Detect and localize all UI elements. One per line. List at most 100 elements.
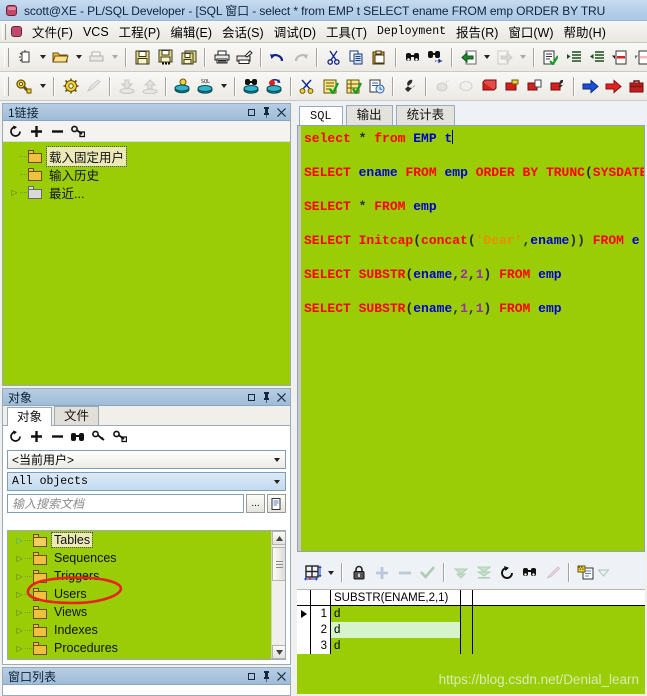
close-icon[interactable] xyxy=(276,391,287,403)
test-window-icon[interactable] xyxy=(240,75,263,98)
chevron-right-icon[interactable]: ▷ xyxy=(14,590,25,599)
find-icon[interactable] xyxy=(401,46,424,69)
grid-column-header[interactable]: SUBSTR(ENAME,2,1) xyxy=(331,590,461,605)
grid-cell[interactable]: d xyxy=(331,638,461,654)
sql-editor[interactable]: select * from EMP t SELECT ename FROM em… xyxy=(297,125,645,552)
find-object-dropdown-icon[interactable] xyxy=(36,75,49,98)
save-icon[interactable] xyxy=(131,46,154,69)
menu-report[interactable]: 报告(R) xyxy=(451,20,503,43)
find-next-icon[interactable] xyxy=(424,46,447,69)
undo-icon[interactable] xyxy=(266,46,289,69)
menu-window[interactable]: 窗口(W) xyxy=(503,20,558,43)
toolbar-grip-2[interactable] xyxy=(4,76,9,96)
explain-plan-icon[interactable] xyxy=(171,75,194,98)
print-dropdown-icon[interactable] xyxy=(108,46,121,69)
lock-icon[interactable] xyxy=(347,561,370,584)
sql-code[interactable]: select * from EMP t SELECT ename FROM em… xyxy=(304,130,644,317)
new-icon[interactable] xyxy=(13,46,36,69)
chevron-right-icon[interactable]: ▷ xyxy=(14,536,25,545)
table-row[interactable]: 1 d xyxy=(297,606,645,622)
scroll-up-icon[interactable] xyxy=(272,531,285,545)
key-user-icon[interactable] xyxy=(71,124,85,138)
next-dropdown-icon[interactable] xyxy=(516,46,529,69)
maximize-icon[interactable] xyxy=(246,670,257,682)
result-grid[interactable]: SUBSTR(ENAME,2,1) 1 d 2 d 3 d xyxy=(297,589,645,694)
chevron-down-icon[interactable] xyxy=(269,479,285,484)
delete-row-icon[interactable] xyxy=(393,561,416,584)
menu-file[interactable]: 文件(F) xyxy=(27,20,78,43)
table-row[interactable]: 2 d xyxy=(297,622,645,638)
check-grid-icon[interactable] xyxy=(342,75,365,98)
last-page-icon[interactable] xyxy=(472,561,495,584)
bookmark-clear-icon[interactable] xyxy=(631,46,647,69)
import-icon[interactable] xyxy=(115,75,138,98)
chevron-right-icon[interactable]: ▷ xyxy=(14,608,25,617)
book-yellow-icon[interactable] xyxy=(500,75,523,98)
outdent-icon[interactable] xyxy=(585,46,608,69)
paste-icon[interactable] xyxy=(368,46,391,69)
clear-icon[interactable] xyxy=(541,561,564,584)
session-icon[interactable] xyxy=(59,75,82,98)
compile-icon[interactable] xyxy=(296,75,319,98)
export-icon[interactable] xyxy=(138,75,161,98)
menu-help[interactable]: 帮助(H) xyxy=(559,20,611,43)
tree-node-procedures[interactable]: ▷ Procedures xyxy=(8,639,285,657)
chevron-right-icon[interactable]: ▷ xyxy=(14,626,25,635)
tree-node-sequences[interactable]: ▷ Sequences xyxy=(8,549,285,567)
menu-deployment[interactable]: Deployment xyxy=(372,23,451,40)
tree-node-users[interactable]: ▷ Users xyxy=(8,585,285,603)
step-blue-icon[interactable] xyxy=(579,75,602,98)
add-icon[interactable] xyxy=(29,124,43,138)
refresh-icon[interactable] xyxy=(495,561,518,584)
tree-node-indexes[interactable]: ▷ Indexes xyxy=(8,621,285,639)
report-icon[interactable] xyxy=(365,75,388,98)
save-all-icon[interactable] xyxy=(154,46,177,69)
grid-cell[interactable]: d xyxy=(331,606,461,622)
document-icon[interactable] xyxy=(267,494,286,513)
objects-tree[interactable]: ▷ Tables ▷ Sequences ▷ Triggers ▷ Users … xyxy=(7,530,286,660)
tab-objects[interactable]: 对象 xyxy=(7,407,53,426)
scrollbar-thumb[interactable] xyxy=(272,547,285,581)
connections-tree[interactable]: 载入固定用户 输入历史 ▷ 最近... xyxy=(3,142,290,385)
maximize-icon[interactable] xyxy=(246,106,257,118)
check-syntax-icon[interactable] xyxy=(539,46,562,69)
cut-icon[interactable] xyxy=(322,46,345,69)
toolbar-grip[interactable] xyxy=(4,47,9,67)
maximize-icon[interactable] xyxy=(246,391,257,403)
menu-session[interactable]: 会话(S) xyxy=(217,20,269,43)
filter-icon[interactable] xyxy=(92,430,106,444)
tree-node-input-history[interactable]: 输入历史 xyxy=(3,165,290,183)
toolbox-icon[interactable] xyxy=(625,75,647,98)
tree-node-triggers[interactable]: ▷ Triggers xyxy=(8,567,285,585)
close-icon[interactable] xyxy=(276,670,287,682)
indent-icon[interactable] xyxy=(562,46,585,69)
key-user-icon[interactable] xyxy=(113,430,127,444)
user-select[interactable]: <当前用户> xyxy=(7,450,286,469)
pencil-icon[interactable] xyxy=(82,75,105,98)
insert-row-icon[interactable] xyxy=(370,561,393,584)
scroll-down-icon[interactable] xyxy=(272,645,285,659)
chevron-right-icon[interactable]: ▷ xyxy=(9,188,20,197)
close-icon[interactable] xyxy=(276,106,287,118)
bean-new-icon[interactable] xyxy=(431,75,454,98)
find-icon[interactable] xyxy=(518,561,541,584)
menubar-grip[interactable] xyxy=(2,23,6,40)
tab-output[interactable]: 输出 xyxy=(345,105,393,125)
pin-icon[interactable] xyxy=(261,106,272,118)
chevron-right-icon[interactable]: ▷ xyxy=(14,554,25,563)
redo-icon[interactable] xyxy=(289,46,312,69)
open-folder-icon[interactable] xyxy=(49,46,72,69)
export-dropdown-icon[interactable] xyxy=(597,561,610,584)
pin-icon[interactable] xyxy=(261,670,272,682)
print-icon[interactable] xyxy=(210,46,233,69)
copy-icon[interactable] xyxy=(345,46,368,69)
bookmark-set-icon[interactable] xyxy=(608,46,631,69)
wrench-icon[interactable] xyxy=(398,75,421,98)
post-changes-icon[interactable] xyxy=(416,561,439,584)
previous-icon[interactable] xyxy=(457,46,480,69)
print-preview-icon[interactable] xyxy=(85,46,108,69)
object-filter-select[interactable]: All objects xyxy=(7,472,286,491)
find-icon[interactable] xyxy=(71,430,85,444)
open-dropdown-icon[interactable] xyxy=(72,46,85,69)
tab-files[interactable]: 文件 xyxy=(54,406,100,425)
